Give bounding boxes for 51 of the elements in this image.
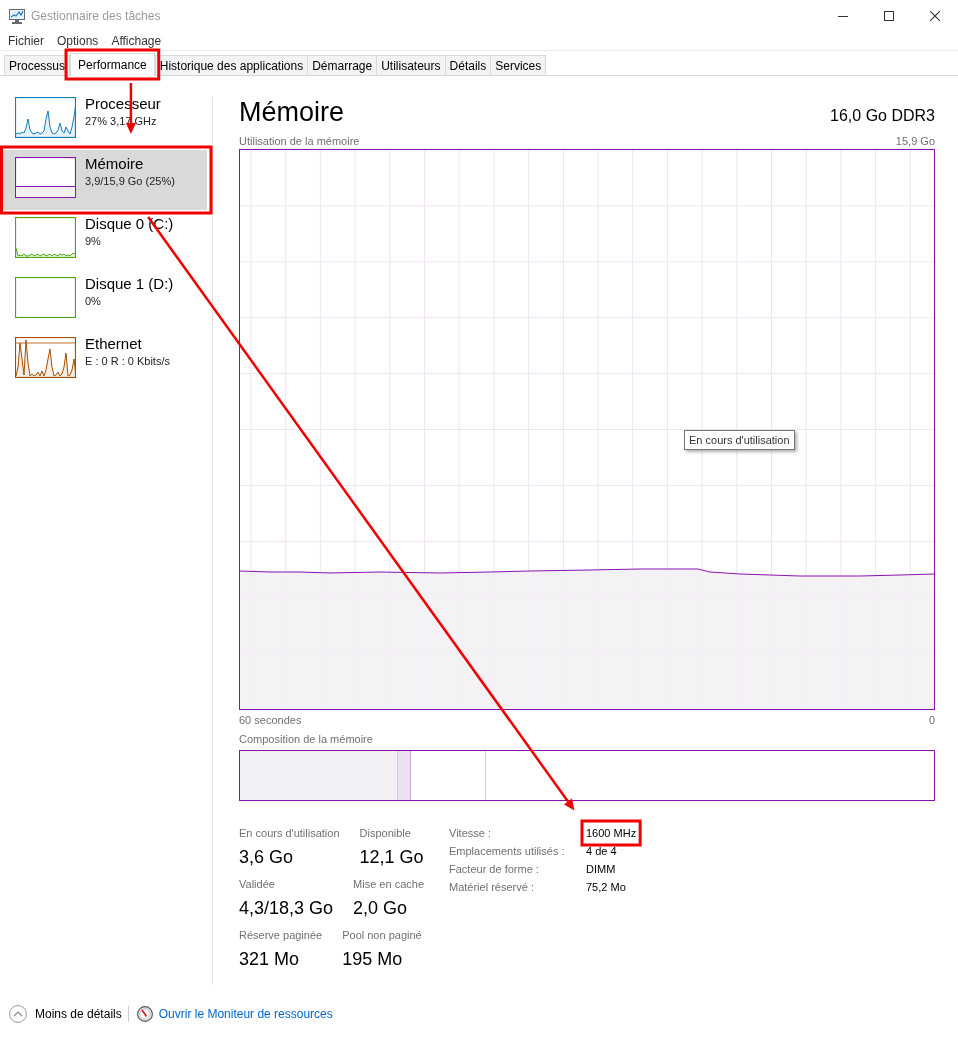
time-axis-label: 60 secondes (239, 713, 302, 727)
menu-item[interactable]: Affichage (111, 33, 162, 49)
memory-capacity: 16,0 Go DDR3 (830, 107, 935, 125)
stat-label: Réserve paginée (239, 928, 323, 942)
detail-value: 1600 MHz (586, 826, 637, 841)
stat-label: Mise en cache (353, 877, 424, 891)
detail-label: Emplacements utilisés : (449, 844, 565, 859)
minimize-icon (838, 15, 848, 17)
detail-label: Matériel réservé : (449, 880, 534, 895)
window-title: Gestionnaire des tâches (31, 9, 161, 23)
stat-value: 3,6 Go (239, 846, 294, 869)
detail-value: 4 de 4 (586, 844, 617, 859)
sidebar-item[interactable]: Mémoire 3,9/15,9 Go (25%) (2, 150, 207, 210)
gauge-icon[interactable] (136, 1006, 153, 1022)
stat-value: 12,1 Go (359, 846, 424, 869)
resource-monitor-link[interactable]: Ouvrir le Moniteur de ressources (158, 1007, 333, 1021)
stat-value: 2,0 Go (353, 897, 408, 920)
composition-title: Composition de la mémoire (239, 732, 374, 746)
stat-value: 4,3/18,3 Go (239, 897, 334, 920)
fewer-details-button[interactable]: Moins de détails (9, 1005, 122, 1023)
modified-segment (398, 751, 411, 800)
stat-label: Pool non paginé (342, 928, 422, 942)
tab[interactable]: Services (490, 55, 547, 75)
panel-title: Mémoire (239, 96, 345, 128)
graph-tooltip: En cours d'utilisation (684, 430, 795, 450)
menu-item[interactable]: Fichier (8, 33, 44, 49)
stat-value: 195 Mo (342, 948, 403, 971)
time-axis-label: 0 (928, 713, 935, 727)
tab[interactable]: Détails (444, 55, 492, 75)
tab[interactable]: Performance (70, 53, 155, 76)
tab[interactable]: Historique des applications (154, 55, 309, 75)
stat-label: Validée (239, 877, 275, 891)
close-icon (930, 11, 940, 21)
tab[interactable]: Processus (4, 55, 71, 75)
detail-label: Facteur de forme : (449, 862, 539, 877)
stat-label: En cours d'utilisation (239, 826, 340, 840)
detail-value: DIMM (586, 862, 616, 877)
sidebar-item[interactable]: Disque 1 (D:) 0% (2, 270, 207, 330)
sidebar-item[interactable]: Ethernet E : 0 R : 0 Kbits/s (2, 330, 207, 390)
detail-value: 75,2 Mo (586, 880, 626, 895)
detail-label: Vitesse : (449, 826, 491, 841)
tab[interactable]: Utilisateurs (376, 55, 446, 75)
tab[interactable]: Démarrage (307, 55, 378, 75)
graph-title: Utilisation de la mémoire (239, 134, 360, 148)
monitor-graph-icon (9, 8, 26, 24)
maximize-icon (884, 11, 894, 21)
graph-max-label: 15,9 Go (895, 134, 935, 148)
chevron-up-icon (9, 1005, 27, 1023)
menu-item[interactable]: Options (57, 33, 99, 49)
stat-value: 321 Mo (239, 948, 300, 971)
stat-label: Disponible (359, 826, 411, 840)
